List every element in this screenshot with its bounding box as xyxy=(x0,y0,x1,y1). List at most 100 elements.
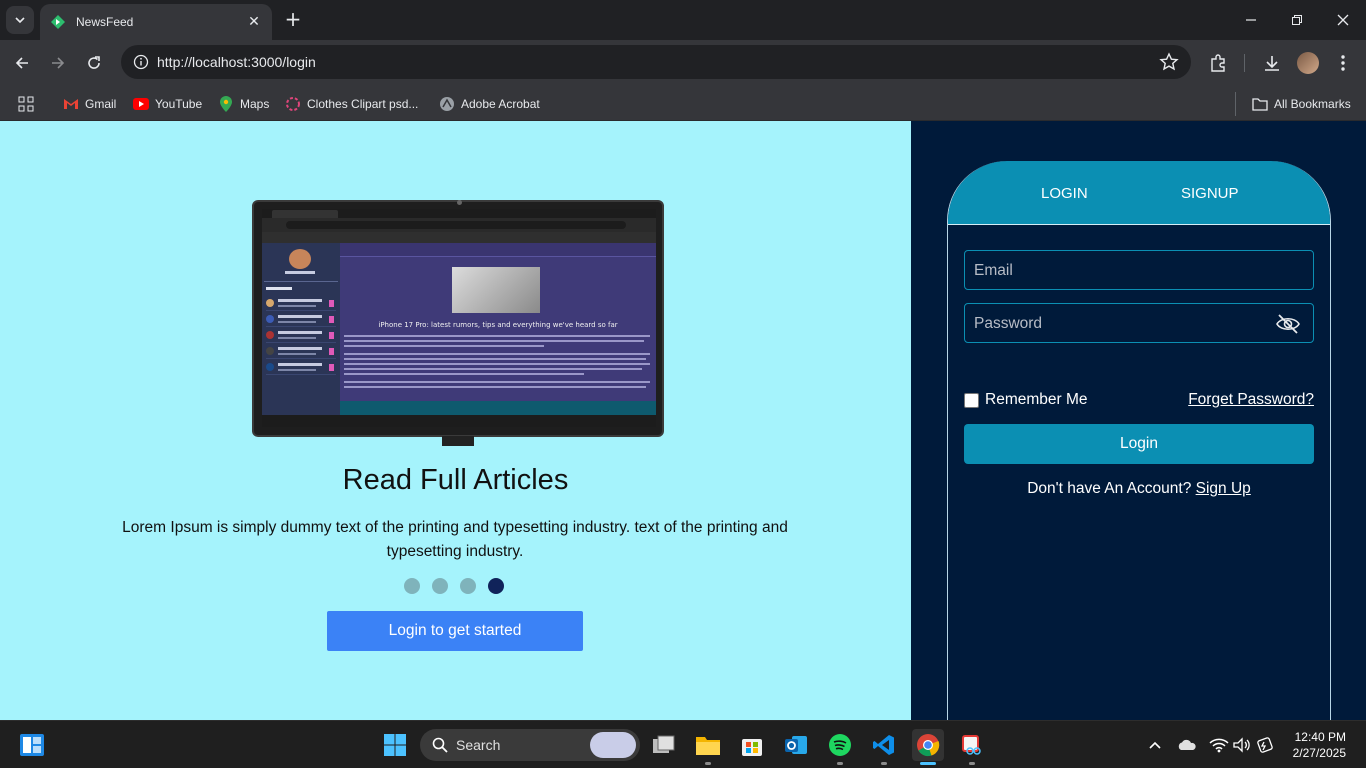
page-content: iPhone 17 Pro: latest rumors, tips and e… xyxy=(0,121,1366,721)
carousel-dot-4[interactable] xyxy=(488,578,504,594)
tab-title: NewsFeed xyxy=(76,15,134,29)
auth-tabs: LOGIN SIGNUP xyxy=(948,161,1330,225)
snipping-tool-icon[interactable] xyxy=(956,729,988,761)
bookmark-label: YouTube xyxy=(155,97,203,111)
onedrive-icon[interactable] xyxy=(1177,735,1197,755)
file-explorer-icon[interactable] xyxy=(692,729,724,761)
preview-browser-chrome xyxy=(262,209,656,243)
apps-icon[interactable] xyxy=(18,92,34,116)
gmail-icon xyxy=(63,96,79,112)
bookmarks-bar: Gmail YouTube Maps Clothes Clipart psd..… xyxy=(0,86,1366,121)
all-bookmarks[interactable]: All Bookmarks xyxy=(1235,92,1351,116)
chrome-icon[interactable] xyxy=(912,729,944,761)
carousel-dots xyxy=(404,578,504,596)
clock-date: 2/27/2025 xyxy=(1292,746,1346,760)
email-field[interactable]: Email xyxy=(964,250,1314,290)
monitor-stand xyxy=(442,436,474,446)
carousel-dot-3[interactable] xyxy=(460,578,476,594)
reload-icon xyxy=(88,56,100,69)
password-field[interactable]: Password xyxy=(964,303,1314,343)
app-preview-screenshot: iPhone 17 Pro: latest rumors, tips and e… xyxy=(262,209,656,427)
bookmark-gmail[interactable]: Gmail xyxy=(63,92,116,116)
preview-article-title: iPhone 17 Pro: latest rumors, tips and e… xyxy=(378,321,618,329)
system-clock[interactable]: 12:40 PM 2/27/2025 xyxy=(1293,729,1346,761)
clock-time: 12:40 PM xyxy=(1294,730,1346,744)
close-window-button[interactable] xyxy=(1320,0,1366,40)
restore-button[interactable] xyxy=(1274,0,1320,40)
taskbar-search[interactable]: Search xyxy=(420,729,640,761)
back-arrow-icon xyxy=(15,57,28,69)
webcam-dot xyxy=(457,200,462,205)
password-placeholder: Password xyxy=(974,315,1043,332)
remember-label: Remember Me xyxy=(985,391,1088,408)
bookmark-clipart[interactable]: Clothes Clipart psd... xyxy=(285,92,418,116)
monitor-illustration: iPhone 17 Pro: latest rumors, tips and e… xyxy=(252,200,664,437)
widgets-icon[interactable] xyxy=(16,729,48,761)
bookmark-acrobat[interactable]: Adobe Acrobat xyxy=(439,92,540,116)
search-highlight-icon xyxy=(590,732,636,758)
forget-password-link[interactable]: Forget Password? xyxy=(1188,391,1314,409)
tab-search-button[interactable] xyxy=(6,6,34,34)
bookmark-label: Maps xyxy=(240,97,270,111)
no-account-text: Don't have An Account? xyxy=(1027,480,1192,497)
chevron-down-icon xyxy=(15,17,25,24)
remember-checkbox[interactable] xyxy=(964,392,979,408)
taskbar-search-label: Search xyxy=(456,737,501,753)
carousel-dot-1[interactable] xyxy=(404,578,420,594)
folder-icon xyxy=(1252,96,1268,112)
restore-icon xyxy=(1292,15,1302,25)
reload-button[interactable] xyxy=(80,49,108,77)
phone-image xyxy=(452,267,540,313)
tab-newsfeed[interactable]: NewsFeed ✕ xyxy=(40,4,272,40)
close-tab-icon[interactable]: ✕ xyxy=(246,14,262,30)
url-text[interactable]: http://localhost:3000/login xyxy=(157,54,316,70)
bookmark-maps[interactable]: Maps xyxy=(218,92,269,116)
avatar xyxy=(1297,52,1319,74)
task-view-icon[interactable] xyxy=(648,729,680,761)
new-tab-button[interactable]: + xyxy=(282,8,304,30)
tab-signup[interactable]: SIGNUP xyxy=(1181,185,1239,202)
login-to-get-started-button[interactable]: Login to get started xyxy=(327,611,583,651)
signup-link[interactable]: Sign Up xyxy=(1196,480,1251,497)
spotify-running-indicator xyxy=(837,762,843,765)
carousel-dot-2[interactable] xyxy=(432,578,448,594)
forward-arrow-icon xyxy=(52,57,65,69)
microsoft-store-icon[interactable] xyxy=(736,729,768,761)
tab-login[interactable]: LOGIN xyxy=(1041,185,1088,202)
start-icon[interactable] xyxy=(379,729,411,761)
spotify-icon[interactable] xyxy=(824,729,856,761)
preview-taskbar xyxy=(262,415,656,427)
maps-icon xyxy=(218,96,234,112)
profile-avatar[interactable] xyxy=(1297,52,1319,74)
windows-taskbar: Search 12:40 PM 2/27/2025 xyxy=(0,720,1366,768)
minimize-button[interactable] xyxy=(1228,0,1274,40)
forward-button[interactable] xyxy=(44,49,72,77)
snipping-running-indicator xyxy=(969,762,975,765)
volume-icon[interactable] xyxy=(1232,735,1252,755)
outlook-icon[interactable] xyxy=(780,729,812,761)
eye-off-icon[interactable] xyxy=(1275,312,1301,336)
site-info-icon[interactable] xyxy=(129,50,153,74)
show-hidden-icons-icon[interactable] xyxy=(1145,735,1165,755)
bookmark-label: Gmail xyxy=(85,97,117,111)
clipart-icon xyxy=(285,96,301,112)
menu-icon[interactable] xyxy=(1332,52,1354,74)
email-placeholder: Email xyxy=(974,262,1013,279)
address-bar[interactable]: http://localhost:3000/login xyxy=(121,45,1191,79)
extensions-icon[interactable] xyxy=(1207,52,1229,74)
acrobat-icon xyxy=(439,96,455,112)
bookmark-youtube[interactable]: YouTube xyxy=(133,92,202,116)
youtube-icon xyxy=(133,96,149,112)
login-button[interactable]: Login xyxy=(964,424,1314,464)
bookmark-star-icon[interactable] xyxy=(1159,52,1179,72)
downloads-icon[interactable] xyxy=(1261,52,1283,74)
back-button[interactable] xyxy=(8,49,36,77)
explorer-running-indicator xyxy=(705,762,711,765)
browser-toolbar: http://localhost:3000/login xyxy=(0,40,1366,86)
battery-icon[interactable] xyxy=(1256,735,1276,755)
wifi-icon[interactable] xyxy=(1209,735,1229,755)
newsfeed-favicon-icon xyxy=(51,15,65,29)
remember-me[interactable]: Remember Me xyxy=(964,391,1088,409)
vscode-icon[interactable] xyxy=(868,729,900,761)
close-icon xyxy=(1337,14,1349,26)
